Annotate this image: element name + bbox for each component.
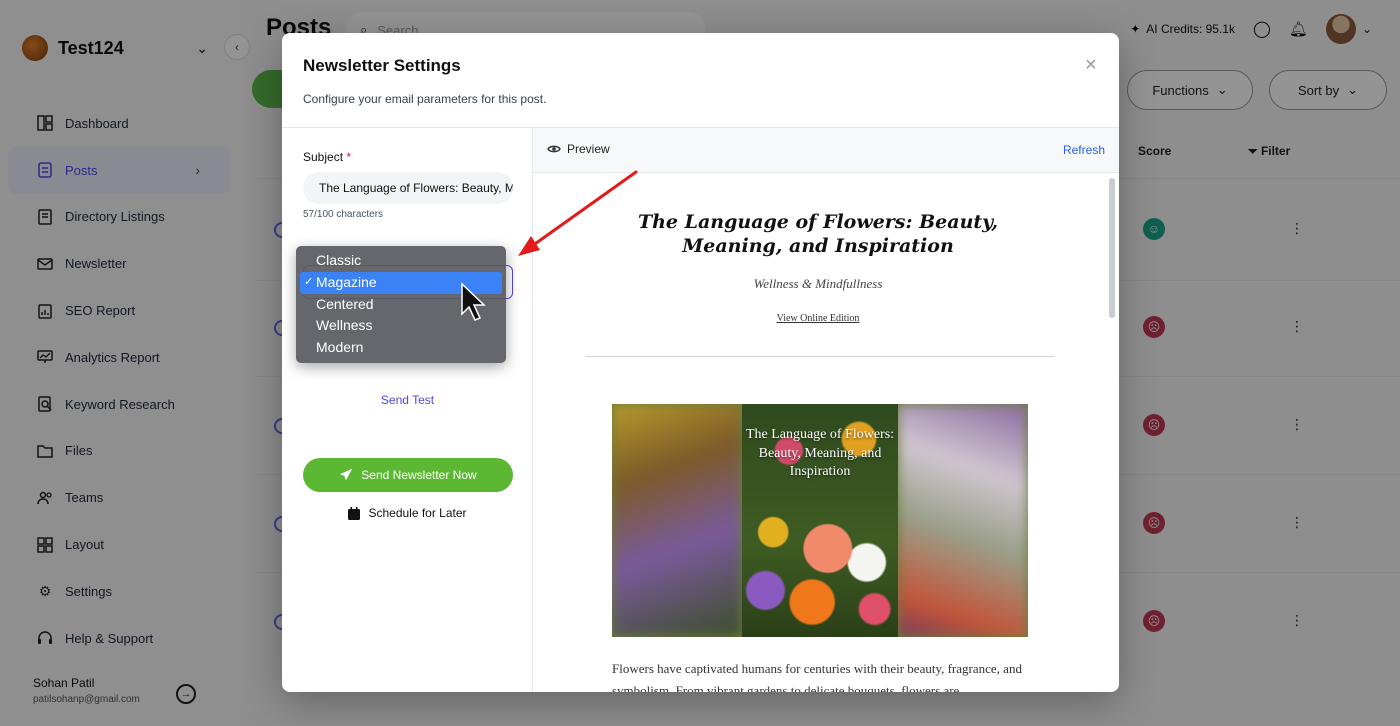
checkmark-icon: ✓ <box>304 275 314 288</box>
newsletter-paragraph: Flowers have captivated humans for centu… <box>612 661 1022 692</box>
paper-plane-icon <box>340 468 353 481</box>
option-label: Wellness <box>316 317 373 334</box>
schedule-for-later-button[interactable]: Schedule for Later <box>282 506 533 520</box>
char-count: 57/100 characters <box>303 209 384 220</box>
dropdown-option-classic[interactable]: Classic <box>300 250 502 272</box>
newsletter-category: Wellness & Mindfullness <box>753 276 883 291</box>
dropdown-option-magazine[interactable]: ✓ Magazine <box>300 271 502 294</box>
eye-icon <box>547 145 561 153</box>
featured-image: The Language of Flowers: Beauty, Meaning… <box>612 404 1028 637</box>
send-test-button[interactable]: Send Test <box>282 393 533 407</box>
preview-header: Preview Refresh <box>533 128 1119 173</box>
preview-label: Preview <box>547 142 610 156</box>
newsletter-divider <box>586 356 1054 357</box>
preview-scrollbar[interactable] <box>1109 178 1115 318</box>
newsletter-preview: The Language of Flowers: Beauty, Meaning… <box>533 173 1119 692</box>
view-online-link[interactable]: View Online Edition <box>593 313 1043 324</box>
subject-label: Subject * <box>303 150 351 164</box>
option-label: Modern <box>316 339 364 356</box>
option-label: Classic <box>316 252 362 268</box>
required-mark: * <box>346 150 352 164</box>
preview-label-text: Preview <box>567 142 610 156</box>
dropdown-option-wellness[interactable]: Wellness <box>300 315 502 337</box>
image-blur-right <box>898 404 1028 637</box>
dropdown-option-centered[interactable]: Centered <box>300 294 502 316</box>
image-blur-left <box>612 404 742 637</box>
schedule-label: Schedule for Later <box>368 506 467 520</box>
template-dropdown-menu: Classic ✓ Magazine Centered Wellness Mod… <box>296 246 506 363</box>
close-icon[interactable]: × <box>1085 55 1097 75</box>
option-label: Magazine <box>316 273 377 290</box>
modal-subtitle: Configure your email parameters for this… <box>303 92 547 106</box>
calendar-icon <box>348 506 361 520</box>
modal-title: Newsletter Settings <box>303 56 461 75</box>
image-caption: The Language of Flowers: Beauty, Meaning… <box>745 427 895 479</box>
option-label: Centered <box>316 295 374 312</box>
subject-input[interactable]: The Language of Flowers: Beauty, Meaning… <box>303 172 513 204</box>
send-newsletter-now-button[interactable]: Send Newsletter Now <box>303 458 513 492</box>
refresh-button[interactable]: Refresh <box>1063 143 1105 157</box>
dropdown-option-modern[interactable]: Modern <box>300 337 502 359</box>
send-now-label: Send Newsletter Now <box>361 468 477 482</box>
flower-image: The Language of Flowers: Beauty, Meaning… <box>742 404 898 637</box>
settings-pane: Subject * The Language of Flowers: Beaut… <box>282 128 533 692</box>
subject-label-text: Subject <box>303 150 344 164</box>
preview-pane: Preview Refresh The Language of Flowers:… <box>533 128 1119 692</box>
newsletter-title: The Language of Flowers: Beauty, Meaning… <box>637 211 999 257</box>
